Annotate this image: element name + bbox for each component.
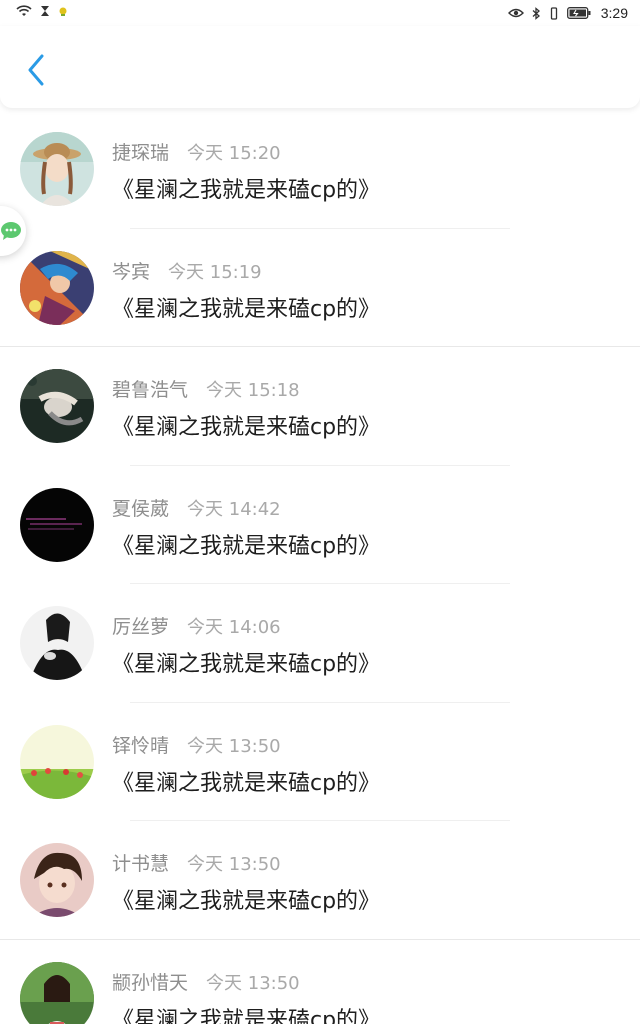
comment-item[interactable]: 颛孙惜天 今天 13:50 《星澜之我就是来磕cp的》 — [0, 940, 640, 1024]
header-bar — [0, 26, 640, 108]
page: 3:29 捷琛瑞 今天 15:20 《星澜之我就是来磕cp的》 岑宾 今天 15… — [0, 0, 640, 1024]
status-bar: 3:29 — [0, 0, 640, 26]
comment-time: 今天 13:50 — [187, 735, 281, 757]
comment-item[interactable]: 计书慧 今天 13:50 《星澜之我就是来磕cp的》 — [0, 821, 640, 940]
avatar[interactable] — [20, 369, 94, 443]
avatar[interactable] — [20, 132, 94, 206]
avatar[interactable] — [20, 250, 94, 325]
comment-text: 《星澜之我就是来磕cp的》 — [112, 178, 381, 203]
comment-meta: 夏侯葳 今天 14:42 — [112, 494, 281, 521]
comment-author[interactable]: 岑宾 — [112, 257, 150, 284]
status-bar-left — [16, 5, 68, 21]
comment-author[interactable]: 颛孙惜天 — [112, 968, 188, 995]
vibrate-icon — [549, 6, 559, 20]
comment-author[interactable]: 碧鲁浩气 — [112, 375, 188, 402]
comment-time: 今天 15:18 — [206, 380, 300, 401]
avatar[interactable] — [20, 606, 94, 680]
comment-author[interactable]: 厉丝萝 — [112, 612, 169, 639]
avatar[interactable] — [20, 724, 94, 799]
comment-text: 《星澜之我就是来磕cp的》 — [112, 889, 381, 914]
comment-text: 《星澜之我就是来磕cp的》 — [112, 415, 381, 440]
comment-author[interactable]: 铎怜晴 — [112, 731, 169, 758]
comment-item[interactable]: 岑宾 今天 15:19 《星澜之我就是来磕cp的》 — [0, 229, 640, 347]
avatar[interactable] — [20, 961, 94, 1024]
comment-time: 今天 15:19 — [168, 261, 262, 283]
comment-item[interactable]: 捷琛瑞 今天 15:20 《星澜之我就是来磕cp的》 — [0, 110, 640, 229]
comment-time: 今天 13:50 — [206, 972, 300, 994]
comment-text: 《星澜之我就是来磕cp的》 — [112, 533, 381, 559]
eye-icon — [507, 8, 524, 18]
comment-time: 今天 15:20 — [187, 143, 281, 164]
bluetooth-icon — [532, 6, 541, 20]
status-bar-right: 3:29 — [507, 5, 628, 21]
chat-bubble-icon — [1, 222, 21, 240]
avatar[interactable] — [20, 843, 94, 917]
status-time: 3:29 — [600, 5, 628, 21]
comment-meta: 碧鲁浩气 今天 15:18 — [112, 375, 300, 402]
comment-meta: 计书慧 今天 13:50 — [112, 849, 281, 876]
comment-meta: 铎怜晴 今天 13:50 — [112, 731, 281, 758]
comment-meta: 捷琛瑞 今天 15:20 — [112, 138, 281, 165]
comment-item[interactable]: 碧鲁浩气 今天 15:18 《星澜之我就是来磕cp的》 — [0, 347, 640, 466]
chevron-left-icon — [28, 54, 44, 86]
comment-text: 《星澜之我就是来磕cp的》 — [112, 1007, 381, 1024]
comment-text: 《星澜之我就是来磕cp的》 — [112, 770, 381, 796]
comment-text: 《星澜之我就是来磕cp的》 — [112, 296, 381, 322]
comment-author[interactable]: 计书慧 — [112, 849, 169, 876]
wifi-icon — [16, 5, 32, 21]
avatar[interactable] — [20, 487, 94, 562]
comment-list: 捷琛瑞 今天 15:20 《星澜之我就是来磕cp的》 岑宾 今天 15:19 《… — [0, 110, 640, 1024]
comment-author[interactable]: 夏侯葳 — [112, 494, 169, 521]
comment-time: 今天 14:42 — [187, 498, 281, 520]
comment-meta: 岑宾 今天 15:19 — [112, 257, 262, 284]
comment-item[interactable]: 铎怜晴 今天 13:50 《星澜之我就是来磕cp的》 — [0, 703, 640, 821]
hourglass-icon — [40, 5, 50, 21]
comment-time: 今天 13:50 — [187, 854, 281, 875]
comment-meta: 颛孙惜天 今天 13:50 — [112, 968, 300, 995]
notification-icon — [58, 6, 68, 21]
comment-item[interactable]: 厉丝萝 今天 14:06 《星澜之我就是来磕cp的》 — [0, 584, 640, 703]
comment-meta: 厉丝萝 今天 14:06 — [112, 612, 281, 639]
comment-author[interactable]: 捷琛瑞 — [112, 138, 169, 165]
battery-icon — [566, 7, 591, 19]
back-button[interactable] — [18, 50, 54, 90]
comment-text: 《星澜之我就是来磕cp的》 — [112, 652, 381, 677]
comment-item[interactable]: 夏侯葳 今天 14:42 《星澜之我就是来磕cp的》 — [0, 466, 640, 584]
comment-time: 今天 14:06 — [187, 617, 281, 638]
